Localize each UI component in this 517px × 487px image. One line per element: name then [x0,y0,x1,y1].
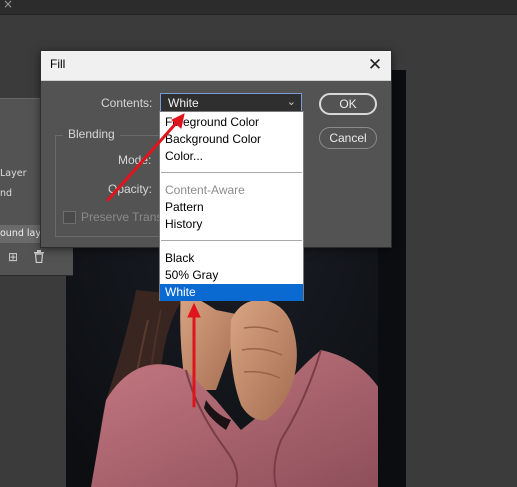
annotation-arrow-contents [106,119,180,202]
annotation-arrowhead [187,302,201,318]
annotation-arrows [106,113,201,408]
